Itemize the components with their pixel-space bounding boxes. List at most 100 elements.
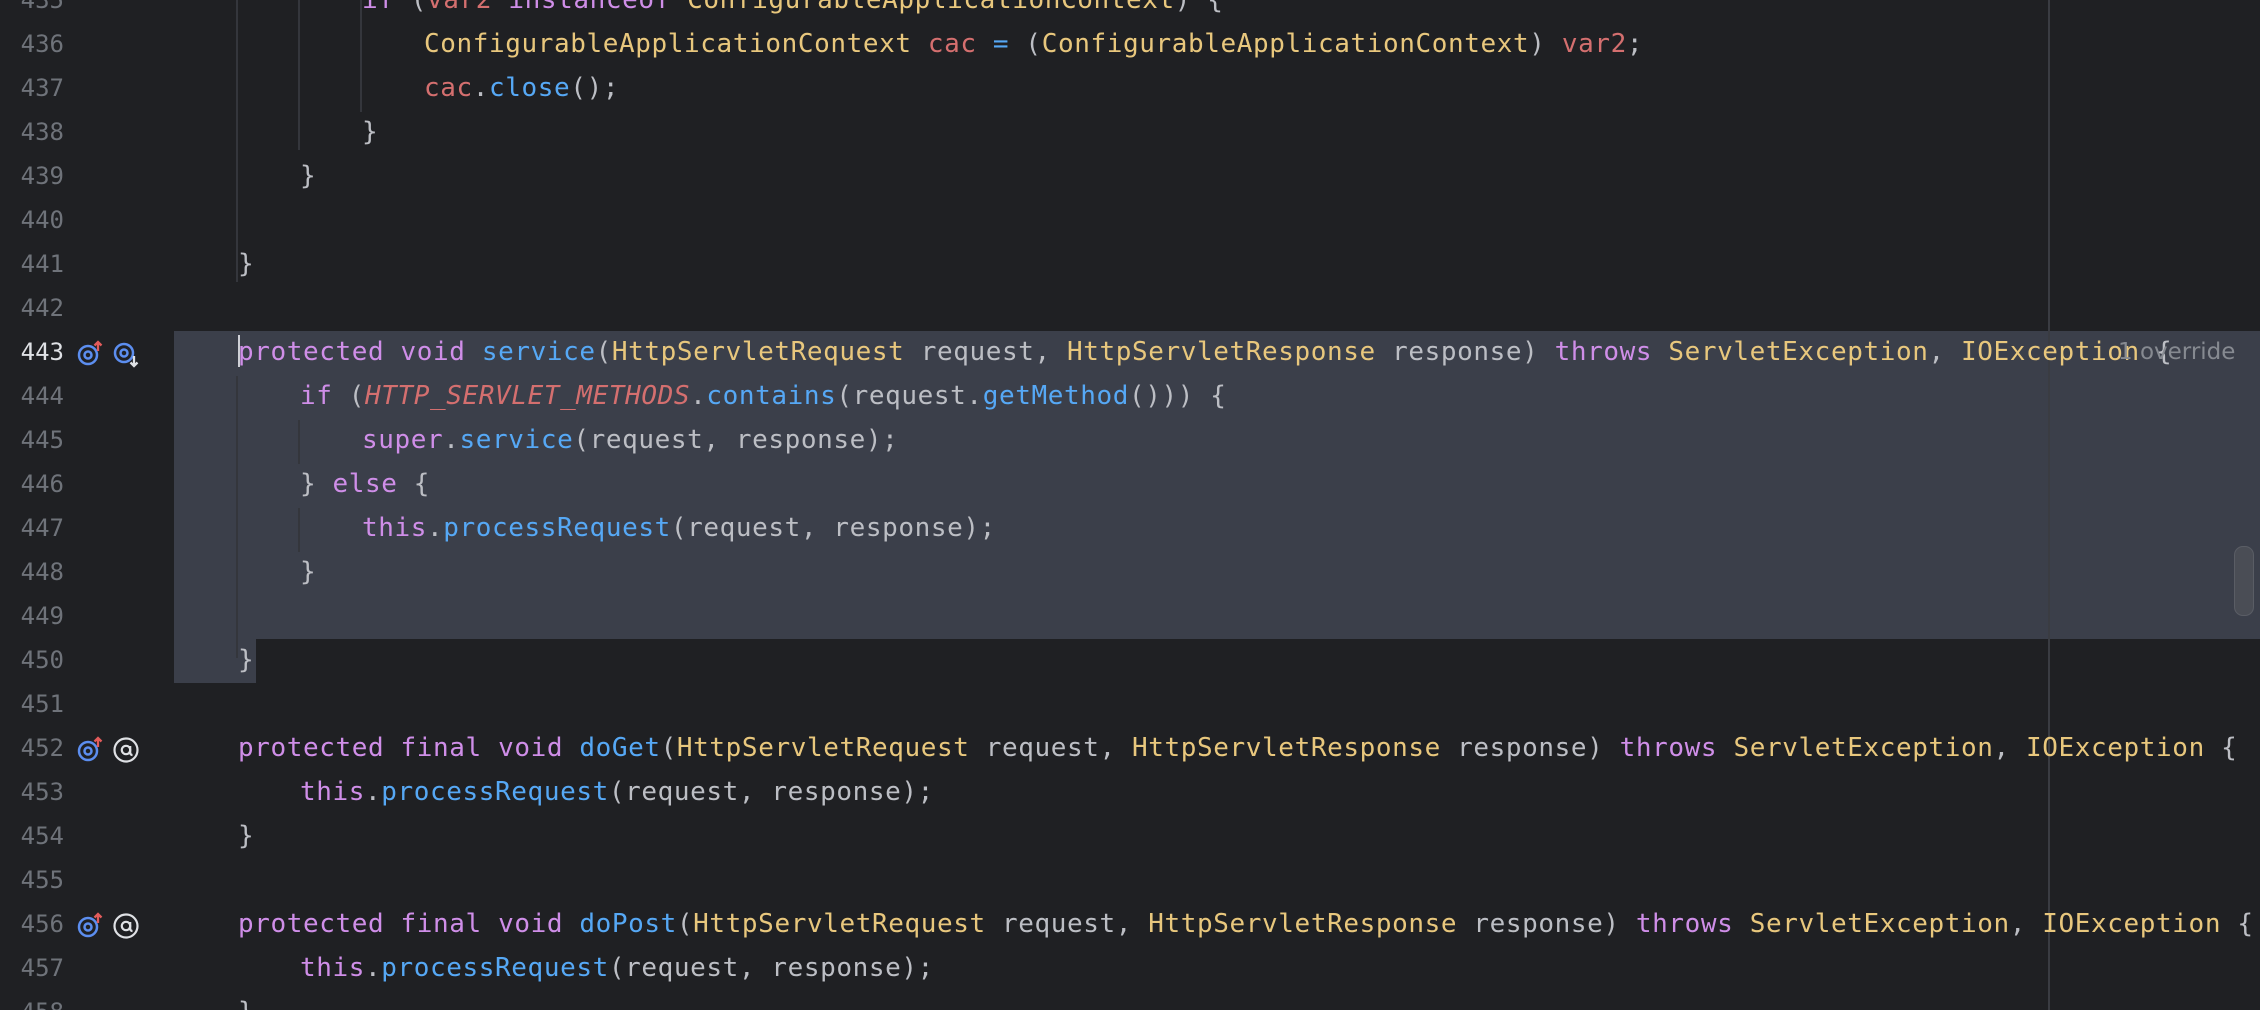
code-line[interactable]: 453 this.processRequest(request, response…	[0, 770, 2260, 814]
code-line[interactable]: 454}	[0, 814, 2260, 858]
code-line[interactable]: 443 protected void service(HttpServletReq…	[0, 330, 2260, 374]
code-text[interactable]: }	[238, 242, 254, 286]
code-text[interactable]: protected void service(HttpServletReques…	[238, 330, 2172, 374]
code-text[interactable]: }	[238, 990, 254, 1010]
code-token: ,	[2009, 909, 2043, 939]
line-number[interactable]: 444	[0, 374, 64, 418]
override-up-icon[interactable]	[76, 338, 104, 366]
code-line[interactable]: 452 protected final void doGet(HttpServle…	[0, 726, 2260, 770]
code-token: cac	[424, 73, 473, 103]
code-line[interactable]: 448}	[0, 550, 2260, 594]
code-text[interactable]: }	[238, 638, 254, 682]
annotation-at-icon[interactable]	[112, 910, 140, 939]
code-text[interactable]: this.processRequest(request, response);	[300, 770, 934, 814]
code-line[interactable]: 447 this.processRequest(request, response…	[0, 506, 2260, 550]
code-token: void	[400, 337, 466, 367]
code-text[interactable]: this.processRequest(request, response);	[300, 946, 934, 990]
code-text[interactable]: cac.close();	[424, 66, 619, 110]
line-number[interactable]: 443	[0, 330, 64, 374]
line-number[interactable]: 447	[0, 506, 64, 550]
code-text[interactable]: }	[362, 110, 378, 154]
line-number[interactable]: 436	[0, 22, 64, 66]
code-line[interactable]: 436 ConfigurableApplicationContext cac = …	[0, 22, 2260, 66]
vertical-scrollbar-thumb[interactable]	[2234, 546, 2254, 616]
code-token: (	[1009, 29, 1042, 59]
code-token: instanceof	[508, 0, 671, 15]
code-line[interactable]: 445 super.service(request, response);	[0, 418, 2260, 462]
line-number[interactable]: 457	[0, 946, 64, 990]
code-token: close	[489, 73, 571, 103]
code-line[interactable]: 455	[0, 858, 2260, 902]
code-text[interactable]: }	[238, 814, 254, 858]
code-line[interactable]: 458}	[0, 990, 2260, 1010]
code-line[interactable]: 435 if (var2 instanceof ConfigurableAppli…	[0, 0, 2260, 22]
code-token: }	[362, 117, 379, 147]
code-text[interactable]: super.service(request, response);	[362, 418, 898, 462]
override-up-icon[interactable]	[76, 910, 104, 938]
code-token: =	[992, 29, 1010, 59]
line-number[interactable]: 446	[0, 462, 64, 506]
code-line[interactable]: 442	[0, 286, 2260, 330]
line-number[interactable]: 449	[0, 594, 64, 638]
code-token: request,	[969, 733, 1133, 763]
line-number[interactable]: 435	[0, 0, 64, 22]
code-editor[interactable]: 435 if (var2 instanceof ConfigurableAppli…	[0, 0, 2260, 1010]
line-number[interactable]: 458	[0, 990, 64, 1010]
code-line[interactable]: 457 this.processRequest(request, response…	[0, 946, 2260, 990]
code-line[interactable]: 438}	[0, 110, 2260, 154]
code-line[interactable]: 444 if (HTTP_SERVLET_METHODS.contains(req…	[0, 374, 2260, 418]
line-number[interactable]: 456	[0, 902, 64, 946]
code-line[interactable]: 450}	[0, 638, 2260, 682]
code-line[interactable]: 449	[0, 594, 2260, 638]
code-text[interactable]: if (var2 instanceof ConfigurableApplicat…	[362, 0, 1224, 22]
line-number[interactable]: 440	[0, 198, 64, 242]
code-token: HttpServletResponse	[1132, 733, 1441, 763]
line-number[interactable]: 442	[0, 286, 64, 330]
code-token: .	[472, 73, 490, 103]
code-text[interactable]: if (HTTP_SERVLET_METHODS.contains(reques…	[300, 374, 1227, 418]
code-line[interactable]: 440	[0, 198, 2260, 242]
line-number[interactable]: 439	[0, 154, 64, 198]
inlay-hint-overrides[interactable]: 1 override	[2118, 330, 2235, 374]
line-number[interactable]: 454	[0, 814, 64, 858]
code-token: void	[498, 909, 564, 939]
line-number[interactable]: 451	[0, 682, 64, 726]
line-number[interactable]: 438	[0, 110, 64, 154]
code-text[interactable]: ConfigurableApplicationContext cac = (Co…	[424, 22, 1643, 66]
line-number[interactable]: 453	[0, 770, 64, 814]
line-number[interactable]: 448	[0, 550, 64, 594]
code-token: }	[300, 469, 333, 499]
code-text[interactable]: protected final void doPost(HttpServletR…	[238, 902, 2254, 946]
code-token: this	[362, 513, 428, 543]
code-text[interactable]: } else {	[300, 462, 430, 506]
code-text[interactable]: }	[300, 154, 316, 198]
code-text[interactable]: protected final void doGet(HttpServletRe…	[238, 726, 2237, 770]
code-token: ServletException	[1749, 909, 2010, 939]
implemented-down-icon[interactable]	[112, 338, 140, 368]
line-number[interactable]: 450	[0, 638, 64, 682]
code-token: var2	[1561, 29, 1627, 59]
code-token: ) {	[1174, 0, 1224, 15]
code-token: request,	[985, 909, 1149, 939]
code-token: ,	[1928, 337, 1961, 367]
code-line[interactable]: 441}	[0, 242, 2260, 286]
annotation-at-icon[interactable]	[112, 734, 140, 763]
line-number[interactable]: 441	[0, 242, 64, 286]
code-line[interactable]: 437 cac.close();	[0, 66, 2260, 110]
line-number[interactable]: 437	[0, 66, 64, 110]
code-token: IOException	[2042, 909, 2222, 939]
code-line[interactable]: 439}	[0, 154, 2260, 198]
override-up-icon[interactable]	[76, 734, 104, 762]
code-text[interactable]: }	[300, 550, 316, 594]
code-line[interactable]: 451	[0, 682, 2260, 726]
code-text[interactable]: this.processRequest(request, response);	[362, 506, 996, 550]
code-line[interactable]: 456 protected final void doPost(HttpServl…	[0, 902, 2260, 946]
line-number[interactable]: 452	[0, 726, 64, 770]
line-number[interactable]: 455	[0, 858, 64, 902]
code-line[interactable]: 446 } else {	[0, 462, 2260, 506]
line-number[interactable]: 445	[0, 418, 64, 462]
